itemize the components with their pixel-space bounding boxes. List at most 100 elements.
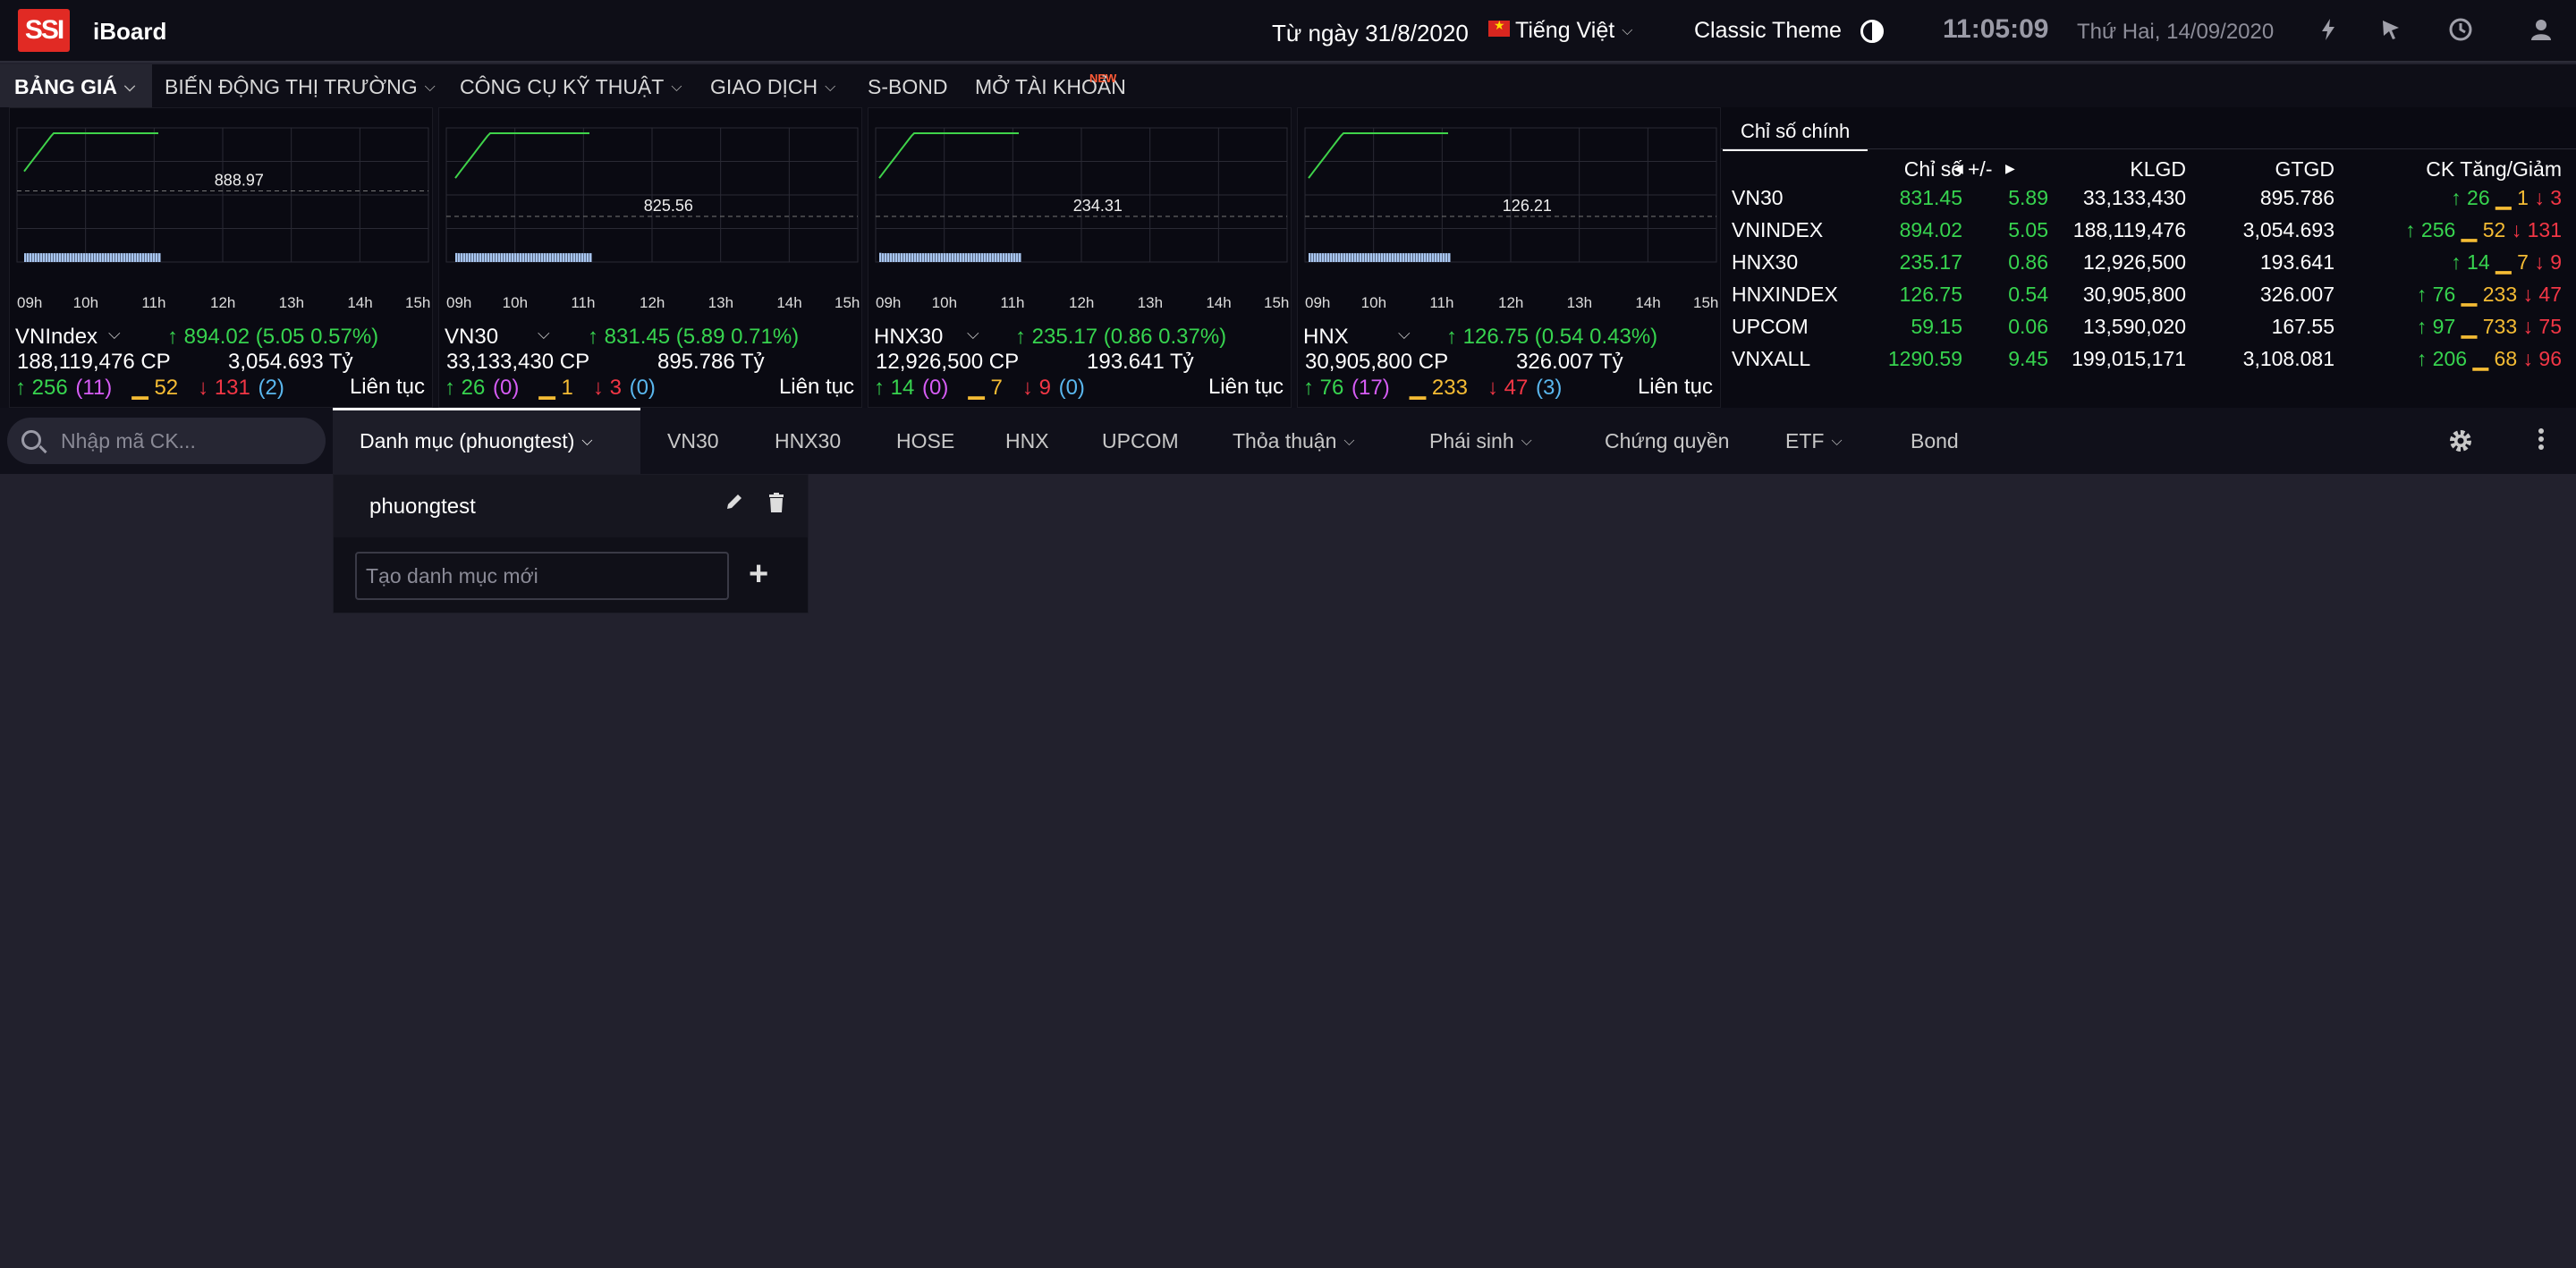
tab-vn30[interactable]: VN30 (667, 429, 719, 453)
new-badge: NEW (1089, 72, 1117, 85)
volume-bar (541, 253, 544, 262)
volume-bar (949, 253, 952, 262)
tab-chung-quyen[interactable]: Chứng quyền (1605, 429, 1729, 453)
volume-bar (536, 253, 538, 262)
floor-count: (0) (1058, 376, 1085, 400)
pencil-icon[interactable] (724, 491, 745, 519)
advances: ↑ 26 (445, 376, 486, 400)
volume-bar (549, 253, 552, 262)
ssi-logo[interactable]: SSI (18, 9, 70, 52)
flash-icon[interactable] (2315, 16, 2342, 43)
index-row[interactable]: VNXALL 1290.59 9.45 199,015,171 3,108.081 ↑ 2… (1721, 347, 2576, 379)
cursor-icon[interactable] (2377, 16, 2404, 43)
index-row[interactable]: HNX30 235.17 0.86 12,926,500 193.641 ↑ 14 ▁ 7… (1721, 250, 2576, 283)
row-value: 895.786 (2259, 186, 2334, 209)
nav-bang-gia[interactable]: BẢNG GIÁ ⌵ (14, 75, 135, 99)
volume-bar (24, 253, 27, 262)
volume-bar (72, 253, 75, 262)
chevron-down-icon[interactable]: ⌵ (108, 325, 121, 343)
reference-label: 825.56 (644, 197, 693, 215)
time-tick: 11h (1429, 294, 1454, 311)
volume-bar (474, 253, 477, 262)
volume-bar (1432, 253, 1435, 262)
tab-etf[interactable]: ETF ⌵ (1785, 429, 1843, 453)
more-options-icon[interactable] (2528, 426, 2555, 460)
theme-selector[interactable]: Classic Theme (1694, 18, 1842, 44)
chevron-down-icon[interactable]: ⌵ (1398, 325, 1411, 343)
plus-icon[interactable]: + (749, 555, 768, 594)
volume-bar (1429, 253, 1432, 262)
volume-bar (509, 253, 512, 262)
history-icon[interactable] (2447, 16, 2474, 43)
volume-bar (477, 253, 479, 262)
language-selector[interactable]: Tiếng Việt ⌵ (1488, 18, 1632, 44)
tab-bond[interactable]: Bond (1911, 429, 1959, 453)
ceiling-count: (11) (75, 376, 113, 400)
price-line (23, 132, 158, 173)
watchlist-item[interactable]: phuongtest (334, 475, 808, 537)
nav-cong-cu[interactable]: CÔNG CỤ KỸ THUẬT ⌵ (460, 75, 682, 99)
volume-bar (62, 253, 64, 262)
top-header: SSI iBoard Từ ngày 31/8/2020, SSI Tiếng … (0, 0, 2576, 63)
market-overview: 888.97 09h 10h 11h 12h 13h 14h 15h VNIndex ⌵ ↑ 894… (0, 107, 2576, 408)
index-chart-panel[interactable]: 825.56 09h 10h 11h 12h 13h 14h 15h VN30 ⌵ ↑ 831.45… (438, 107, 862, 408)
tab-thoa-thuan[interactable]: Thỏa thuận ⌵ (1233, 429, 1355, 453)
time-tick: 13h (708, 294, 734, 311)
volume-bar (965, 253, 968, 262)
volume-bar (1319, 253, 1322, 262)
tab-phai-sinh[interactable]: Phái sinh ⌵ (1429, 429, 1532, 453)
market-status: Liên tục (1208, 375, 1284, 399)
tab-watchlist[interactable]: Danh mục (phuongtest) ⌵ (360, 429, 593, 453)
volume-bar (1440, 253, 1443, 262)
volume-bar (140, 253, 142, 262)
volume-bar (1309, 253, 1311, 262)
row-name: VNXALL (1732, 347, 1811, 370)
settings-gear-icon[interactable] (2447, 427, 2474, 461)
volume-bar (909, 253, 911, 262)
index-chart-panel[interactable]: 126.21 09h 10h 11h 12h 13h 14h 15h HNX ⌵ ↑ 126.75 … (1297, 107, 1721, 408)
volume-bar (1402, 253, 1405, 262)
volume-bar (455, 252, 458, 262)
index-row[interactable]: HNXINDEX 126.75 0.54 30,905,800 326.007 ↑ 76 … (1721, 283, 2576, 315)
trash-icon[interactable] (768, 493, 784, 512)
unchanged: ▁ 52 (131, 376, 179, 400)
search-icon (21, 430, 41, 450)
ceiling-count: (0) (493, 376, 520, 400)
index-name: HNX (1303, 325, 1349, 349)
row-volume: 33,133,430 (2082, 186, 2186, 209)
chevron-down-icon[interactable]: ⌵ (967, 325, 979, 343)
search-input[interactable] (61, 427, 311, 455)
volume-bar (925, 253, 928, 262)
new-watchlist-input[interactable] (355, 552, 729, 600)
index-chart-panel[interactable]: 888.97 09h 10h 11h 12h 13h 14h 15h VNIndex ⌵ ↑ 894… (9, 107, 433, 408)
volume-bar (485, 253, 487, 262)
ceiling-count: (0) (922, 376, 949, 400)
volume-bar (589, 253, 592, 262)
volume-bar (1000, 253, 1003, 262)
nav-giao-dich[interactable]: GIAO DỊCH ⌵ (710, 75, 835, 99)
volume-bar (115, 253, 118, 262)
user-icon[interactable] (2528, 16, 2555, 43)
time-tick: 10h (72, 294, 99, 311)
volume-bar (1330, 253, 1333, 262)
sort-left-icon[interactable]: ◀ (1953, 161, 1963, 176)
volume-bar (560, 253, 563, 262)
contrast-icon[interactable] (1860, 20, 1884, 43)
index-chart-panel[interactable]: 234.31 09h 10h 11h 12h 13h 14h 15h HNX30 ⌵ ↑ 235.1… (868, 107, 1292, 408)
stock-search (7, 418, 326, 464)
tab-main-indices[interactable]: Chỉ số chính (1723, 114, 1868, 151)
chevron-down-icon[interactable]: ⌵ (538, 325, 550, 343)
volume-bar (493, 253, 496, 262)
tab-hnx30[interactable]: HNX30 (775, 429, 841, 453)
nav-bien-dong[interactable]: BIẾN ĐỘNG THỊ TRƯỜNG ⌵ (165, 75, 436, 99)
index-row[interactable]: VNINDEX 894.02 5.05 188,119,476 3,054.693 ↑ 2… (1721, 218, 2576, 250)
volume-bar (946, 253, 949, 262)
nav-s-bond[interactable]: S-BOND (868, 75, 947, 99)
volume-bar (43, 253, 46, 262)
row-breadth: ↑ 206 ▁ 68 ↓ 96 (2416, 347, 2562, 370)
index-row[interactable]: UPCOM 59.15 0.06 13,590,020 167.55 ↑ 97 ▁ 733… (1721, 315, 2576, 347)
index-row[interactable]: VN30 831.45 5.89 33,133,430 895.786 ↑ 26 ▁ 1 … (1721, 186, 2576, 218)
tab-hnx[interactable]: HNX (1005, 429, 1049, 453)
tab-hose[interactable]: HOSE (896, 429, 954, 453)
tab-upcom[interactable]: UPCOM (1102, 429, 1179, 453)
